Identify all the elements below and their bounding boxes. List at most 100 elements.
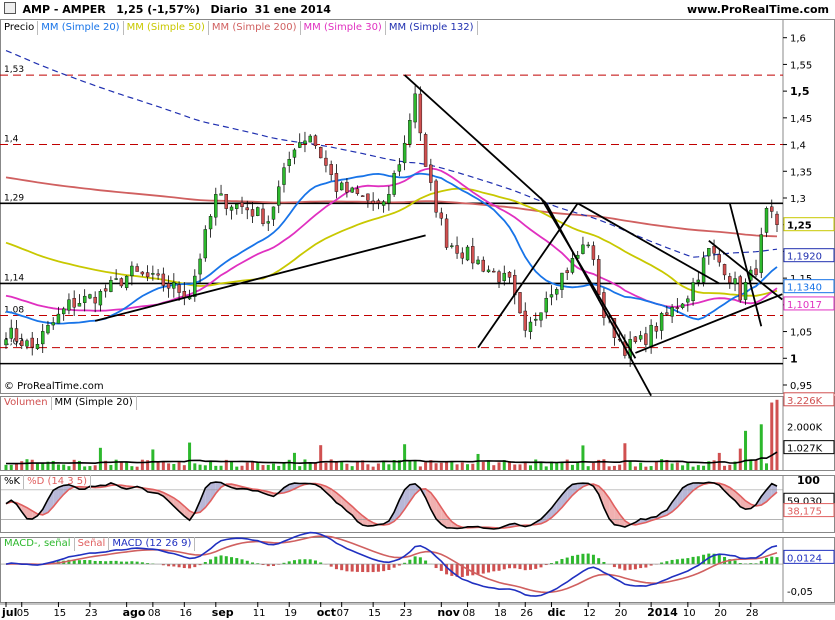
candle-body <box>675 307 680 309</box>
volume-bar <box>319 445 323 470</box>
chart-canvas[interactable]: 1,531,41,291,141,081,021,61,551,51,451,4… <box>0 0 835 620</box>
volume-bar <box>214 465 218 470</box>
macd-histogram-bar <box>219 555 223 565</box>
volume-bar <box>681 465 685 470</box>
candle-body <box>439 212 444 219</box>
y-tick-label: -0,05 <box>787 587 813 598</box>
volume-bar <box>140 459 144 470</box>
volume-bar <box>193 463 197 470</box>
macd-histogram-bar <box>481 564 485 574</box>
legend-entry[interactable]: Precio <box>1 21 39 35</box>
candle-body <box>728 276 732 283</box>
candle-body <box>649 324 653 347</box>
volume-bar <box>696 465 700 470</box>
candle-body <box>738 276 742 301</box>
candle-body <box>492 270 496 273</box>
macd-histogram-bar <box>570 555 574 565</box>
y-tick-label: 1,4 <box>790 141 806 152</box>
level-label: 1,53 <box>4 65 24 75</box>
volume-bar <box>151 449 155 470</box>
legend-entry[interactable]: MM (Simple 20) <box>52 396 137 410</box>
macd-histogram-bar <box>345 564 349 572</box>
volume-bar <box>256 462 260 470</box>
legend-entry[interactable]: MACD-, señal <box>1 537 75 551</box>
x-tick-label: sep <box>212 606 234 619</box>
volume-bar <box>754 459 758 470</box>
volume-bar <box>639 462 643 470</box>
legend-entry[interactable]: MM (Simple 20) <box>38 21 124 35</box>
candle-body <box>214 194 218 218</box>
volume-bar <box>376 463 380 470</box>
macd-histogram-bar <box>628 564 632 570</box>
x-tick-label: ago <box>123 606 146 619</box>
macd-histogram-bar <box>240 559 244 565</box>
x-tick-label: 08 <box>148 608 161 619</box>
candle-body <box>450 245 454 247</box>
volume-bar <box>670 463 674 470</box>
candle-body <box>334 173 339 192</box>
legend-entry[interactable]: %D (14 3 5) <box>24 475 92 489</box>
candle-body <box>366 193 370 201</box>
stochastic-legend: %K %D (14 3 5) <box>1 475 92 489</box>
candle-body <box>9 327 13 339</box>
macd-histogram-bar <box>292 560 296 565</box>
candle-body <box>292 149 297 158</box>
macd-histogram-bar <box>497 564 501 571</box>
volume-bar <box>20 461 24 470</box>
volume-bar <box>287 459 291 470</box>
sma200-line <box>5 176 778 238</box>
x-tick-label: 11 <box>253 608 266 619</box>
volume-bar <box>266 464 270 470</box>
legend-entry[interactable]: MM (Simple 50) <box>124 21 209 35</box>
volume-bar <box>182 465 186 470</box>
legend-entry[interactable]: Volumen <box>1 396 52 410</box>
macd-histogram-bar <box>597 558 601 565</box>
candle-body <box>586 244 590 247</box>
macd-histogram-bar <box>298 559 302 565</box>
candle-body <box>764 208 769 233</box>
candle-body <box>14 328 19 342</box>
y-tick-label: 1,35 <box>790 167 812 178</box>
legend-entry[interactable]: Señal <box>75 537 110 551</box>
volume-bar <box>487 460 491 470</box>
candle-body <box>172 282 176 289</box>
x-tick-label: 18 <box>494 608 507 619</box>
volume-bar <box>702 465 706 470</box>
candle-body <box>345 181 349 193</box>
x-tick-label: 20 <box>615 608 628 619</box>
macd-histogram-bar <box>560 558 564 565</box>
macd-histogram-bar <box>230 557 234 565</box>
macd-histogram-bar <box>334 564 338 570</box>
legend-entry[interactable]: MM (Simple 132) <box>386 21 478 35</box>
candle-body <box>528 321 533 332</box>
candle-body <box>429 164 433 183</box>
legend-entry[interactable]: MACD (12 26 9) <box>109 537 196 551</box>
legend-entry[interactable]: MM (Simple 200) <box>209 21 301 35</box>
candle-body <box>633 336 638 343</box>
y-tick-label: 1,6 <box>790 34 806 45</box>
volume-bar <box>466 464 470 470</box>
candle-body <box>339 182 344 191</box>
volume-bar <box>261 465 265 470</box>
volume-bar <box>633 466 637 470</box>
x-tick-label: 08 <box>463 608 476 619</box>
x-tick-label: nov <box>437 606 460 619</box>
legend-entry[interactable]: MM (Simple 30) <box>301 21 386 35</box>
candle-body <box>103 288 108 292</box>
volume-bar <box>271 463 275 470</box>
trendline <box>728 203 763 327</box>
macd-histogram-bar <box>303 559 307 565</box>
candle-body <box>355 188 360 194</box>
trendline <box>540 197 637 359</box>
trendline <box>94 234 426 322</box>
legend-entry[interactable]: %K <box>1 475 25 489</box>
candle-body <box>277 186 281 206</box>
volume-bar <box>62 464 66 470</box>
candle-body <box>712 245 716 254</box>
macd-histogram-bar <box>130 561 134 565</box>
volume-tag-text: 3.226K <box>787 396 823 407</box>
macd-histogram-bar <box>665 561 669 565</box>
macd-histogram-bar <box>770 556 774 565</box>
volume-bar <box>618 464 622 470</box>
candle-body <box>502 272 506 281</box>
